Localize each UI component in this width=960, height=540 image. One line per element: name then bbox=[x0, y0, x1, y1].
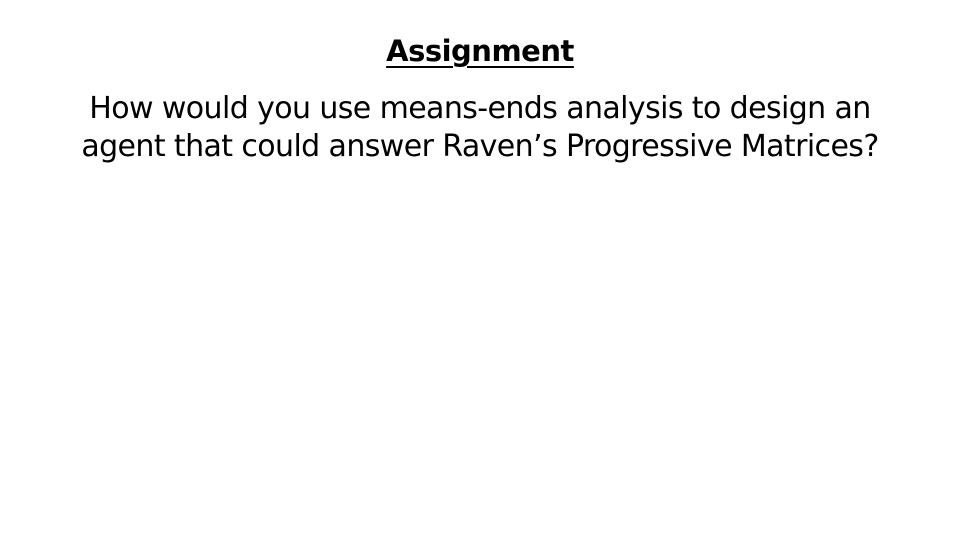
body-line: How would you use means-ends analysis to… bbox=[89, 91, 871, 126]
slide: Assignment How would you use means-ends … bbox=[0, 0, 960, 540]
slide-title: Assignment bbox=[386, 34, 574, 68]
body-line: agent that could answer Raven’s Progress… bbox=[81, 129, 879, 164]
slide-body: How would you use means-ends analysis to… bbox=[20, 90, 940, 166]
